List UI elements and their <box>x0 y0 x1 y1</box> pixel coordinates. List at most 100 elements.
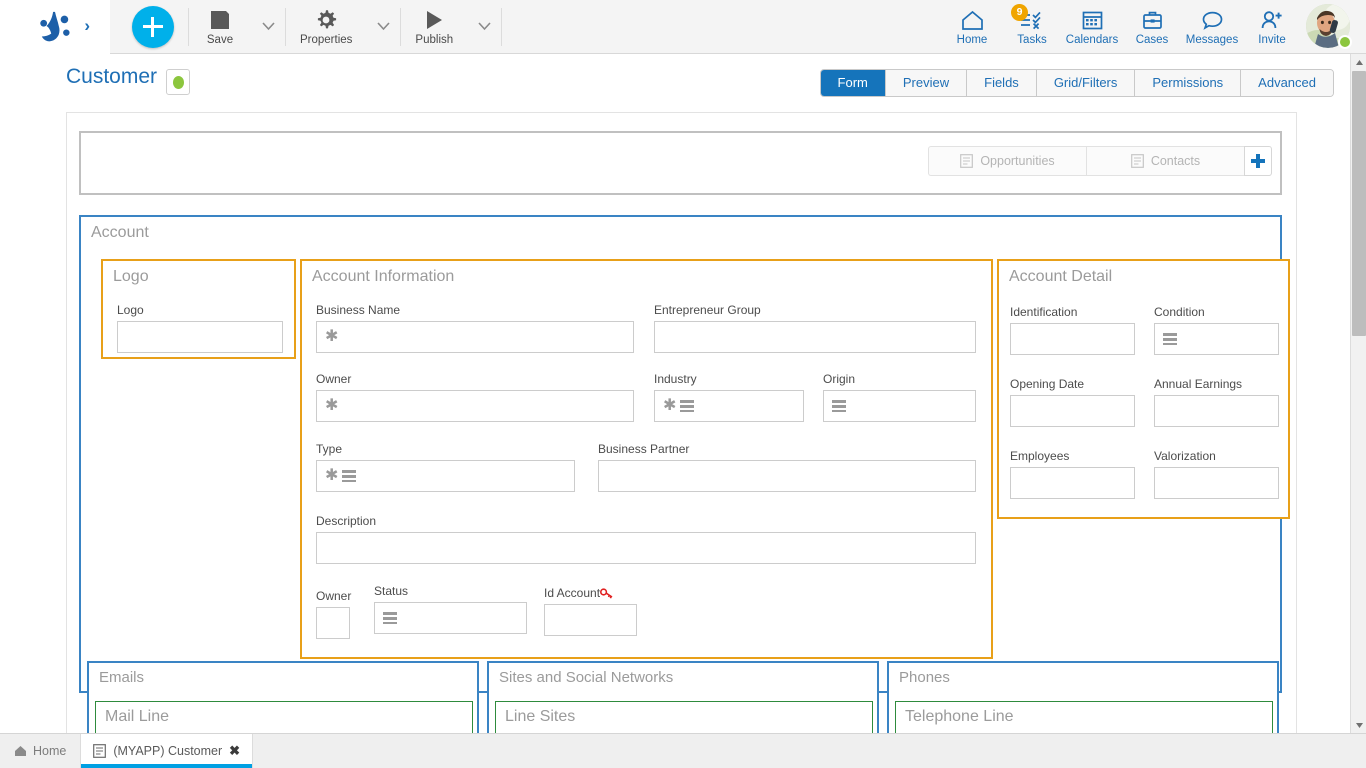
avatar[interactable] <box>1306 4 1352 50</box>
field-origin-input[interactable] <box>823 390 976 422</box>
section-emails-title: Emails <box>89 663 477 687</box>
field-logo[interactable]: Logo <box>117 303 283 353</box>
field-owner-small[interactable]: Owner <box>316 589 350 639</box>
status-badge[interactable] <box>166 69 190 95</box>
tab-advanced[interactable]: Advanced <box>1241 70 1333 96</box>
add-related-list-button[interactable] <box>1244 146 1272 176</box>
chat-bubble-icon <box>1201 7 1224 32</box>
field-type-input[interactable]: ✱ <box>316 460 575 492</box>
list-icon <box>960 154 973 168</box>
chevron-down-icon <box>377 22 390 31</box>
field-annual-earnings[interactable]: Annual Earnings <box>1154 377 1279 427</box>
section-logo-title: Logo <box>103 261 294 286</box>
field-owner[interactable]: Owner ✱ <box>316 372 634 422</box>
section-phones[interactable]: Phones Telephone Line <box>887 661 1279 733</box>
field-annual-earnings-input[interactable] <box>1154 395 1279 427</box>
tab-grid-filters[interactable]: Grid/Filters <box>1037 70 1136 96</box>
field-opening-date-input[interactable] <box>1010 395 1135 427</box>
app-logo-zone[interactable]: › <box>0 0 110 54</box>
field-condition[interactable]: Condition <box>1154 305 1279 355</box>
field-owner-small-input[interactable] <box>316 607 350 639</box>
field-condition-input[interactable] <box>1154 323 1279 355</box>
field-business-name-input[interactable]: ✱ <box>316 321 634 353</box>
field-description-input[interactable] <box>316 532 976 564</box>
scroll-down-button[interactable] <box>1351 717 1366 733</box>
field-employees[interactable]: Employees <box>1010 449 1135 499</box>
related-opportunities-button[interactable]: Opportunities <box>928 146 1086 176</box>
field-valorization[interactable]: Valorization <box>1154 449 1279 499</box>
related-lists-strip[interactable]: Opportunities Contacts <box>79 131 1282 195</box>
related-contacts-button[interactable]: Contacts <box>1086 146 1244 176</box>
properties-button[interactable]: Properties <box>286 0 366 54</box>
vertical-scrollbar[interactable] <box>1350 54 1366 733</box>
section-phones-subline[interactable]: Telephone Line <box>895 701 1273 733</box>
publish-button[interactable]: Publish <box>401 0 467 54</box>
field-owner-small-label: Owner <box>316 589 350 603</box>
required-asterisk-icon: ✱ <box>663 398 676 414</box>
field-logo-input[interactable] <box>117 321 283 353</box>
save-icon <box>209 7 231 31</box>
list-icon <box>1131 154 1144 168</box>
add-new-button[interactable] <box>132 6 174 48</box>
nav-home[interactable]: Home <box>942 0 1002 54</box>
section-account-information-title: Account Information <box>302 261 991 286</box>
properties-dropdown-button[interactable] <box>366 0 400 54</box>
gear-icon <box>315 7 337 31</box>
nav-tasks[interactable]: 9 Tasks <box>1002 0 1062 54</box>
scroll-up-button[interactable] <box>1351 54 1366 70</box>
section-sites-subline[interactable]: Line Sites <box>495 701 873 733</box>
tasks-badge: 9 <box>1011 4 1028 21</box>
section-emails[interactable]: Emails Mail Line <box>87 661 479 733</box>
nav-cases[interactable]: Cases <box>1122 0 1182 54</box>
section-sites[interactable]: Sites and Social Networks Line Sites <box>487 661 879 733</box>
save-dropdown-button[interactable] <box>251 0 285 54</box>
taskbar-home-button[interactable]: Home <box>0 734 80 768</box>
section-account[interactable]: Account Logo Logo Account Information Bu… <box>79 215 1282 693</box>
field-employees-input[interactable] <box>1010 467 1135 499</box>
field-entrepreneur-group-input[interactable] <box>654 321 976 353</box>
save-button[interactable]: Save <box>189 0 251 54</box>
nav-messages[interactable]: Messages <box>1182 0 1242 54</box>
field-business-partner[interactable]: Business Partner <box>598 442 976 492</box>
field-origin[interactable]: Origin <box>823 372 976 422</box>
nav-calendars[interactable]: Calendars <box>1062 0 1122 54</box>
section-account-detail[interactable]: Account Detail Identification Condition … <box>997 259 1290 519</box>
tab-form[interactable]: Form <box>821 70 886 96</box>
field-type[interactable]: Type ✱ <box>316 442 575 492</box>
section-sites-subline-title: Line Sites <box>496 702 872 726</box>
brand-logo-icon <box>36 10 74 44</box>
caret-up-icon <box>1355 59 1364 66</box>
field-industry-input[interactable]: ✱ <box>654 390 804 422</box>
taskbar-tab-customer[interactable]: (MYAPP) Customer ✖ <box>80 734 253 768</box>
field-status-input[interactable] <box>374 602 527 634</box>
field-industry[interactable]: Industry ✱ <box>654 372 804 422</box>
field-entrepreneur-group[interactable]: Entrepreneur Group <box>654 303 976 353</box>
field-valorization-input[interactable] <box>1154 467 1279 499</box>
list-icon <box>1163 333 1177 345</box>
related-list-buttons: Opportunities Contacts <box>928 146 1272 176</box>
scrollbar-thumb[interactable] <box>1352 71 1366 336</box>
field-status[interactable]: Status <box>374 584 527 634</box>
field-business-partner-input[interactable] <box>598 460 976 492</box>
publish-dropdown-button[interactable] <box>467 0 501 54</box>
section-emails-subline[interactable]: Mail Line <box>95 701 473 733</box>
section-logo[interactable]: Logo Logo <box>101 259 296 359</box>
field-valorization-label: Valorization <box>1154 449 1279 463</box>
tab-fields[interactable]: Fields <box>967 70 1037 96</box>
field-business-name[interactable]: Business Name ✱ <box>316 303 634 353</box>
field-id-account[interactable]: Id Account <box>544 586 637 636</box>
field-identification-input[interactable] <box>1010 323 1135 355</box>
field-owner-input[interactable]: ✱ <box>316 390 634 422</box>
nav-invite[interactable]: Invite <box>1242 0 1302 54</box>
field-id-account-input[interactable] <box>544 604 637 636</box>
section-account-information[interactable]: Account Information Business Name ✱ Entr… <box>300 259 993 659</box>
expand-chevron-icon[interactable]: › <box>84 16 90 36</box>
field-opening-date[interactable]: Opening Date <box>1010 377 1135 427</box>
tab-preview[interactable]: Preview <box>886 70 967 96</box>
tab-permissions[interactable]: Permissions <box>1135 70 1241 96</box>
close-icon[interactable]: ✖ <box>229 743 240 759</box>
field-annual-earnings-label: Annual Earnings <box>1154 377 1279 391</box>
field-description[interactable]: Description <box>316 514 976 564</box>
field-identification[interactable]: Identification <box>1010 305 1135 355</box>
taskbar-tab-label: (MYAPP) Customer <box>113 744 222 758</box>
